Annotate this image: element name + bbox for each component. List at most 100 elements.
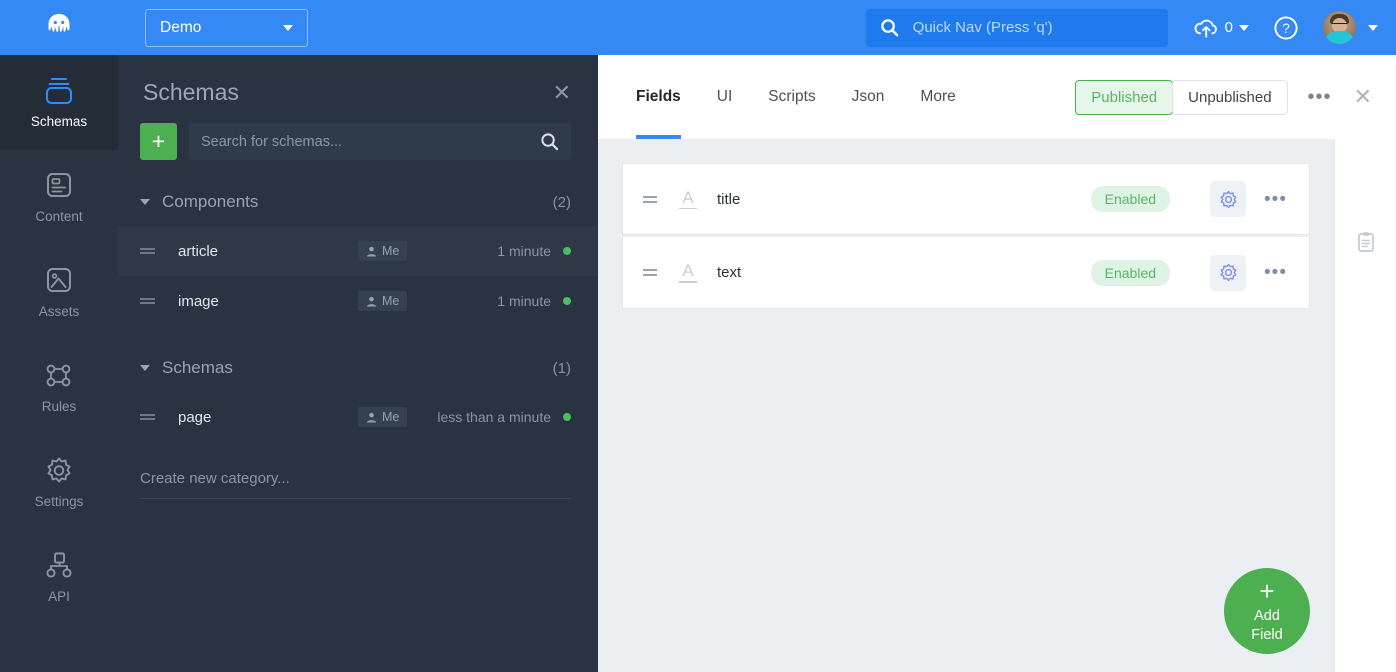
- schema-list-item-page[interactable]: page Me less than a minute: [118, 392, 598, 442]
- svg-text:?: ?: [1282, 21, 1290, 36]
- sidebar-item-settings[interactable]: Settings: [0, 435, 118, 530]
- tab-label: Json: [852, 88, 885, 106]
- drag-handle-icon[interactable]: [643, 269, 657, 276]
- user-icon: [366, 412, 377, 423]
- avatar: [1323, 11, 1356, 44]
- editor-tabs: Fields UI Scripts Json More: [636, 55, 992, 139]
- clipboard-history-icon[interactable]: [1356, 231, 1376, 258]
- schema-author-label: Me: [382, 294, 399, 308]
- schemas-panel: Schemas ✕ +: [118, 55, 598, 672]
- schema-name: article: [178, 243, 358, 260]
- plus-icon: +: [1259, 578, 1274, 604]
- quick-nav-search[interactable]: Quick Nav (Press 'q'): [866, 9, 1168, 47]
- published-button[interactable]: Published: [1075, 80, 1173, 115]
- published-status-dot: [563, 297, 571, 305]
- schemas-icon: [42, 76, 76, 106]
- schema-group-name: Schemas: [162, 358, 553, 378]
- schema-list-item-image[interactable]: image Me 1 minute: [118, 276, 598, 326]
- fields-list: A title Enabled •••: [598, 139, 1334, 672]
- drag-handle-icon[interactable]: [140, 414, 156, 420]
- schema-editor: Fields UI Scripts Json More: [598, 55, 1396, 672]
- tab-more[interactable]: More: [920, 55, 955, 139]
- published-label: Published: [1091, 89, 1157, 106]
- ellipsis-icon[interactable]: •••: [1308, 87, 1332, 107]
- schema-group-name: Components: [162, 192, 553, 212]
- field-name: text: [717, 264, 1091, 281]
- chevron-down-icon: [1368, 25, 1378, 31]
- tab-fields[interactable]: Fields: [636, 55, 681, 139]
- add-schema-button[interactable]: +: [140, 123, 177, 160]
- drag-handle-icon[interactable]: [643, 196, 657, 203]
- help-button[interactable]: ?: [1273, 15, 1299, 41]
- user-menu[interactable]: [1323, 11, 1378, 44]
- top-bar-right: Quick Nav (Press 'q') 0 ?: [866, 0, 1396, 55]
- question-circle-icon: ?: [1273, 15, 1299, 41]
- add-field-label-line2: Field: [1251, 626, 1282, 644]
- top-bar: Demo Quick Nav (Press 'q') 0: [0, 0, 1396, 55]
- tab-label: More: [920, 88, 955, 106]
- tab-label: UI: [717, 88, 733, 106]
- schema-group-count: (1): [553, 360, 571, 377]
- main-navigation: Schemas Content Assets: [0, 55, 118, 672]
- schema-author-label: Me: [382, 410, 399, 424]
- sidebar-item-content[interactable]: Content: [0, 150, 118, 245]
- user-icon: [366, 296, 377, 307]
- field-settings-button[interactable]: [1210, 181, 1246, 217]
- schema-author-badge: Me: [358, 291, 407, 311]
- assets-icon: [43, 266, 75, 296]
- logo-slot[interactable]: [0, 0, 118, 55]
- add-field-button[interactable]: + Add Field: [1224, 568, 1310, 654]
- tab-label: Scripts: [768, 88, 815, 106]
- field-more-icon[interactable]: •••: [1264, 190, 1287, 209]
- search-icon[interactable]: [540, 132, 559, 151]
- sidebar-item-label: Settings: [35, 495, 84, 509]
- schema-author-badge: Me: [358, 407, 407, 427]
- string-type-icon: A: [675, 262, 701, 283]
- upload-status-button[interactable]: 0: [1194, 17, 1249, 39]
- publish-state-toggle: Published Unpublished: [1075, 80, 1287, 115]
- sidebar-item-label: API: [48, 590, 70, 604]
- close-icon[interactable]: ✕: [1354, 86, 1372, 108]
- drag-handle-icon[interactable]: [140, 298, 156, 304]
- field-row-title[interactable]: A title Enabled •••: [622, 163, 1310, 235]
- schema-list-item-article[interactable]: article Me 1 minute: [118, 226, 598, 276]
- field-row-text[interactable]: A text Enabled •••: [622, 237, 1310, 309]
- schema-group-header-components[interactable]: Components (2): [118, 178, 598, 226]
- field-more-icon[interactable]: •••: [1264, 263, 1287, 282]
- api-icon: [43, 551, 75, 581]
- schema-name: page: [178, 409, 358, 426]
- unpublished-button[interactable]: Unpublished: [1172, 80, 1287, 115]
- sidebar-item-rules[interactable]: Rules: [0, 340, 118, 435]
- sidebar-item-label: Schemas: [31, 115, 87, 129]
- schema-group-header-schemas[interactable]: Schemas (1): [118, 344, 598, 392]
- field-settings-button[interactable]: [1210, 255, 1246, 291]
- schemas-search-box[interactable]: [189, 123, 571, 160]
- drag-handle-icon[interactable]: [140, 248, 156, 254]
- published-status-dot: [563, 247, 571, 255]
- tab-json[interactable]: Json: [852, 55, 885, 139]
- unpublished-label: Unpublished: [1188, 89, 1271, 106]
- chevron-down-icon: [140, 199, 150, 205]
- add-field-label-line1: Add: [1254, 607, 1280, 625]
- rules-icon: [42, 361, 76, 391]
- new-category-row: [140, 470, 571, 499]
- settings-gear-icon: [43, 456, 75, 486]
- tab-ui[interactable]: UI: [717, 55, 733, 139]
- app-selector[interactable]: Demo: [145, 9, 308, 47]
- sidebar-item-assets[interactable]: Assets: [0, 245, 118, 340]
- tab-scripts[interactable]: Scripts: [768, 55, 815, 139]
- page-title: Schemas: [143, 79, 239, 106]
- sidebar-item-api[interactable]: API: [0, 530, 118, 625]
- chevron-down-icon: [1239, 25, 1249, 31]
- schema-group-count: (2): [553, 194, 571, 211]
- schema-modified-time: 1 minute: [407, 243, 563, 259]
- search-icon: [880, 18, 899, 37]
- sidebar-item-schemas[interactable]: Schemas: [0, 55, 118, 150]
- search-input[interactable]: [201, 134, 540, 150]
- new-category-input[interactable]: [140, 470, 571, 487]
- sidebar-item-label: Content: [35, 210, 82, 224]
- sidebar-item-label: Rules: [42, 400, 77, 414]
- close-icon[interactable]: ✕: [553, 82, 571, 104]
- sidebar-item-label: Assets: [39, 305, 80, 319]
- schema-name: image: [178, 293, 358, 310]
